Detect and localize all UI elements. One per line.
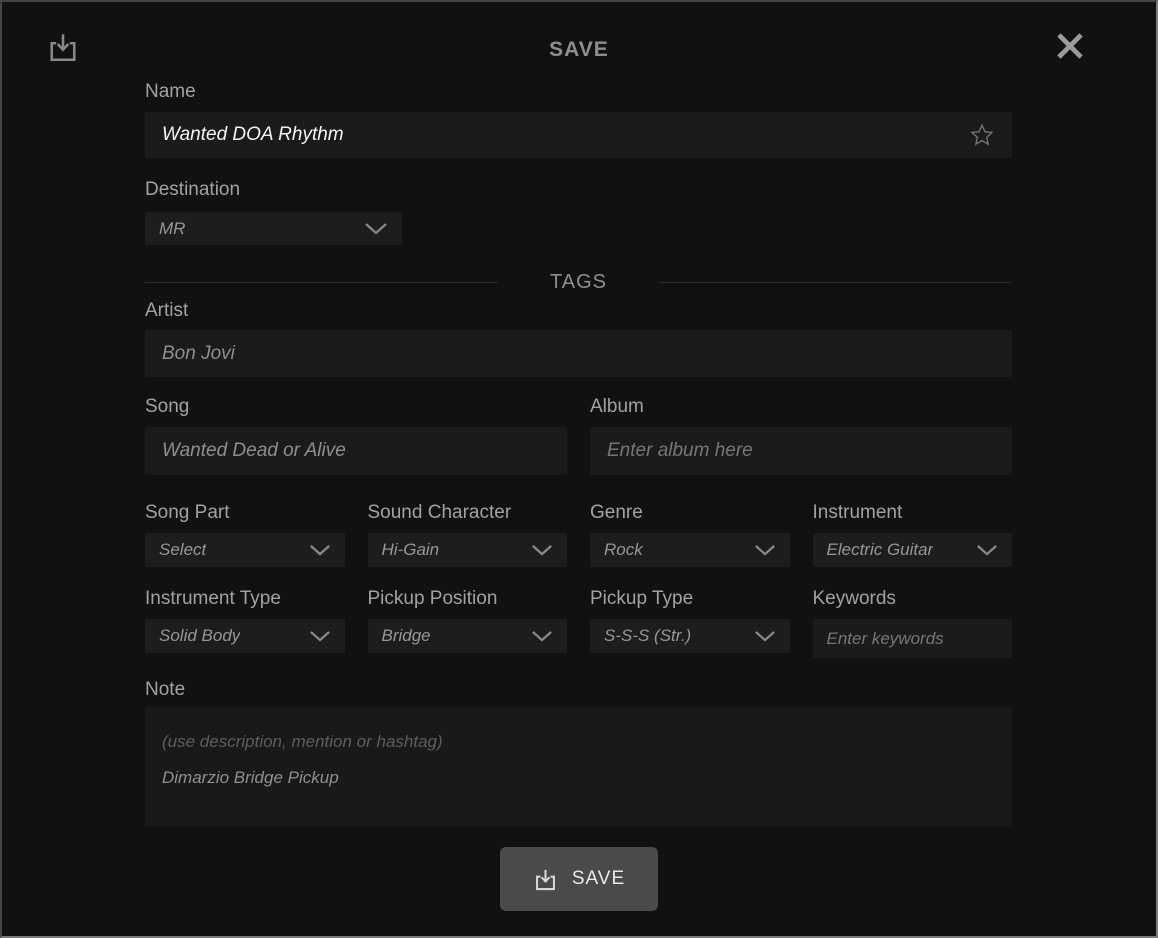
tags-section-title: TAGS (550, 270, 607, 293)
note-label: Note (145, 679, 186, 700)
song-part-dropdown[interactable]: Select (145, 533, 345, 567)
divider-line (658, 281, 1012, 283)
name-label: Name (145, 81, 196, 102)
note-placeholder: (use description, mention or hashtag) (162, 732, 443, 751)
dialog-title: SAVE (549, 38, 609, 61)
instrument-field: Instrument Electric Guitar (812, 502, 1012, 567)
pickup-type-field: Pickup Type S-S-S (Str.) (590, 589, 790, 658)
song-input[interactable] (145, 427, 567, 475)
song-part-label: Song Part (145, 502, 230, 523)
song-part-field: Song Part Select (145, 503, 345, 567)
instrument-type-field: Instrument Type Solid Body (145, 589, 345, 658)
destination-dropdown[interactable]: MR (145, 212, 402, 245)
save-dialog: SAVE Name Destination MR (2, 2, 1156, 936)
instrument-dropdown[interactable]: Electric Guitar (812, 533, 1012, 567)
keywords-input[interactable] (812, 619, 1012, 658)
chevron-down-icon (309, 630, 331, 642)
close-icon (1051, 27, 1089, 65)
keywords-field: Keywords (812, 588, 1012, 658)
sound-character-field: Sound Character Hi-Gain (367, 502, 567, 567)
sound-character-dropdown[interactable]: Hi-Gain (367, 533, 567, 567)
note-field: Note (use description, mention or hashta… (145, 680, 1012, 827)
chevron-down-icon (531, 630, 553, 642)
keywords-label: Keywords (812, 588, 896, 609)
save-button[interactable]: SAVE (499, 847, 658, 911)
chevron-down-icon (754, 630, 776, 642)
favorite-star-icon[interactable] (968, 121, 996, 149)
pickup-position-value: Bridge (381, 626, 431, 645)
name-input[interactable] (145, 112, 1012, 158)
pickup-position-field: Pickup Position Bridge (367, 588, 567, 658)
chevron-down-icon (754, 544, 776, 556)
album-input[interactable] (590, 427, 1012, 475)
pickup-type-dropdown[interactable]: S-S-S (Str.) (590, 619, 790, 653)
genre-dropdown[interactable]: Rock (590, 533, 790, 567)
pickup-position-label: Pickup Position (367, 588, 498, 609)
instrument-type-dropdown[interactable]: Solid Body (145, 619, 345, 653)
chevron-down-icon (531, 544, 553, 556)
name-field: Name (145, 82, 1012, 158)
pickup-type-value: S-S-S (Str.) (604, 626, 692, 645)
save-button-label: SAVE (571, 868, 626, 889)
close-button[interactable] (1050, 26, 1090, 66)
sound-character-label: Sound Character (367, 502, 512, 523)
destination-label: Destination (145, 179, 241, 200)
instrument-label: Instrument (812, 502, 903, 523)
destination-value: MR (159, 218, 186, 238)
chevron-down-icon (364, 222, 388, 235)
song-field: Song (145, 397, 567, 475)
song-label: Song (145, 396, 190, 417)
instrument-value: Electric Guitar (826, 540, 934, 559)
genre-field: Genre Rock (590, 503, 790, 567)
sound-character-value: Hi-Gain (381, 540, 440, 559)
download-icon (532, 866, 559, 893)
genre-label: Genre (590, 502, 643, 523)
album-field: Album (590, 397, 1012, 475)
divider-line (145, 281, 499, 283)
note-textarea[interactable]: (use description, mention or hashtag) Di… (145, 707, 1012, 827)
instrument-type-label: Instrument Type (145, 588, 281, 609)
pickup-type-label: Pickup Type (590, 588, 694, 609)
genre-value: Rock (604, 540, 643, 559)
artist-input[interactable] (145, 330, 1012, 377)
song-part-value: Select (159, 540, 207, 559)
instrument-type-value: Solid Body (159, 626, 241, 645)
album-label: Album (590, 396, 644, 417)
chevron-down-icon (309, 544, 331, 556)
note-value: Dimarzio Bridge Pickup (162, 768, 339, 787)
tags-section-divider: TAGS (145, 270, 1012, 293)
artist-field: Artist (145, 301, 1012, 377)
destination-field: Destination MR (145, 180, 1012, 245)
pickup-position-dropdown[interactable]: Bridge (367, 619, 567, 653)
artist-label: Artist (145, 300, 189, 321)
chevron-down-icon (976, 544, 998, 556)
